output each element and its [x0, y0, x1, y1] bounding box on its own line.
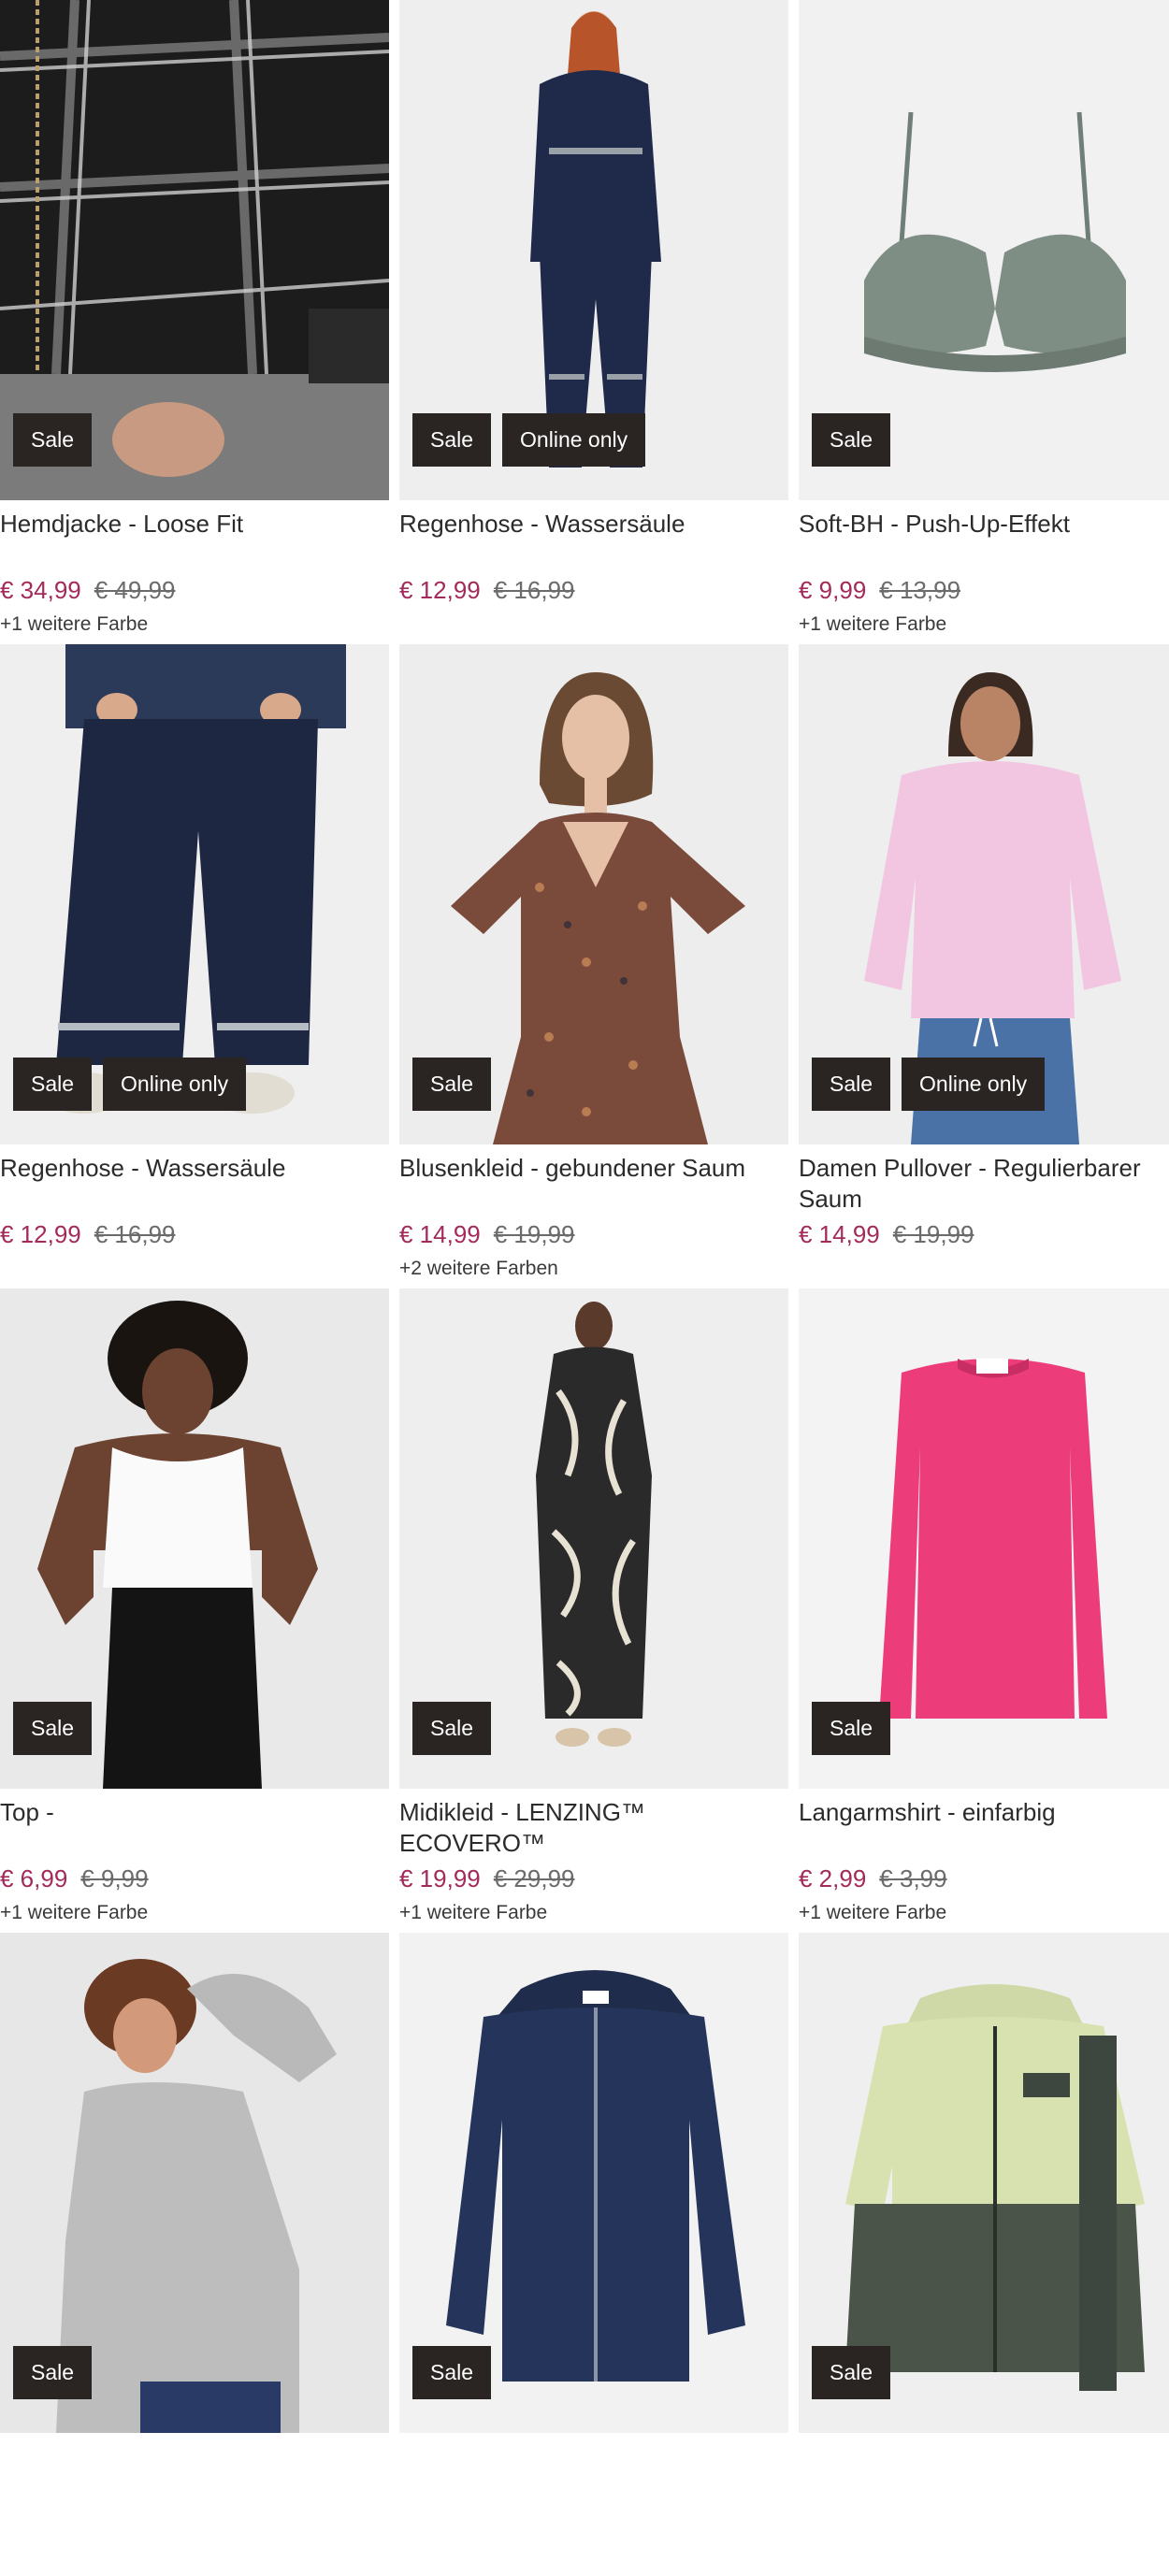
price-row: € 14,99 € 19,99	[399, 1218, 575, 1250]
product-title[interactable]: Regenhose - Wassersäule	[399, 509, 783, 540]
sale-badge: Sale	[13, 2346, 93, 2399]
product-title[interactable]: Soft-BH - Push-Up-Effekt	[799, 509, 1169, 540]
price-row: € 12,99 € 16,99	[399, 574, 575, 606]
sale-badge: Sale	[412, 1702, 492, 1755]
product-card[interactable]: Sale Midikleid - LENZING™ ECOVERO™ € 19,…	[399, 1288, 788, 1932]
product-title[interactable]: Damen Pullover - Regulierbarer Saum	[799, 1153, 1169, 1215]
sale-badge: Sale	[812, 2346, 891, 2399]
sale-badge: Sale	[13, 1702, 93, 1755]
product-card[interactable]: Sale	[799, 1933, 1169, 2576]
more-colors-text: +1 weitere Farbe	[799, 613, 947, 635]
more-colors-text: +1 weitere Farbe	[0, 1902, 149, 1923]
product-grid: Sale Hemdjacke - Loose Fit € 34,99 € 49,9…	[0, 0, 1169, 2433]
product-card[interactable]: Sale Hemdjacke - Loose Fit € 34,99 € 49,9…	[0, 0, 389, 643]
old-price: € 16,99	[493, 576, 575, 604]
sale-badge: Sale	[412, 2346, 492, 2399]
online-only-badge: Online only	[103, 1058, 247, 1111]
price-row	[399, 2507, 412, 2539]
price-row: € 14,99 € 19,99	[799, 1218, 974, 1250]
product-card[interactable]: Sale	[399, 1933, 788, 2576]
sale-badge: Sale	[13, 1058, 93, 1111]
grey-sweater-image[interactable]: Sale	[0, 1933, 389, 2433]
sale-price: € 14,99	[399, 1220, 481, 1248]
white-top-image[interactable]: Sale	[0, 1288, 389, 1789]
sale-price: € 14,99	[799, 1220, 880, 1248]
sale-price: € 34,99	[0, 576, 81, 604]
old-price: € 19,99	[493, 1220, 575, 1248]
old-price: € 13,99	[879, 576, 961, 604]
sale-badge: Sale	[412, 1058, 492, 1111]
product-title[interactable]: Top -	[0, 1797, 383, 1828]
product-card[interactable]: Sale Online only Regenhose - Wassersäule…	[399, 0, 788, 643]
kids-jacket-image[interactable]: Sale	[799, 1933, 1169, 2433]
rain-suit-image[interactable]: Sale Online only	[399, 0, 788, 500]
more-colors-text: +1 weitere Farbe	[399, 1902, 548, 1923]
sale-price: € 12,99	[0, 1220, 81, 1248]
product-title[interactable]: Hemdjacke - Loose Fit	[0, 509, 383, 540]
sale-price: € 2,99	[799, 1864, 867, 1892]
product-title[interactable]: Regenhose - Wassersäule	[0, 1153, 383, 1184]
product-card[interactable]: Sale	[0, 1933, 389, 2576]
product-card[interactable]: Sale Soft-BH - Push-Up-Effekt € 9,99 € 13…	[799, 0, 1169, 643]
product-title[interactable]: Midikleid - LENZING™ ECOVERO™	[399, 1797, 783, 1859]
sale-price: € 9,99	[799, 576, 867, 604]
old-price: € 19,99	[892, 1220, 974, 1248]
price-row	[0, 2507, 13, 2539]
price-row: € 34,99 € 49,99	[0, 574, 176, 606]
floral-dress-image[interactable]: Sale	[399, 644, 788, 1144]
price-row: € 9,99 € 13,99	[799, 574, 960, 606]
product-card[interactable]: Sale Blusenkleid - gebundener Saum € 14,…	[399, 644, 788, 1288]
product-card[interactable]: Sale Langarmshirt - einfarbig € 2,99 € 3,…	[799, 1288, 1169, 1932]
product-title[interactable]: Langarmshirt - einfarbig	[799, 1797, 1169, 1828]
sale-badge: Sale	[812, 1058, 891, 1111]
sale-price: € 6,99	[0, 1864, 68, 1892]
more-colors-text: +2 weitere Farben	[399, 1258, 558, 1279]
sale-badge: Sale	[812, 1702, 891, 1755]
plaid-jacket-image[interactable]: Sale	[0, 0, 389, 500]
bra-image[interactable]: Sale	[799, 0, 1169, 500]
old-price: € 29,99	[493, 1864, 575, 1892]
pink-pullover-image[interactable]: Sale Online only	[799, 644, 1169, 1144]
rain-pants-image[interactable]: Sale Online only	[0, 644, 389, 1144]
online-only-badge: Online only	[902, 1058, 1046, 1111]
old-price: € 49,99	[94, 576, 176, 604]
old-price: € 16,99	[94, 1220, 176, 1248]
product-title[interactable]: Blusenkleid - gebundener Saum	[399, 1153, 783, 1184]
midi-dress-image[interactable]: Sale	[399, 1288, 788, 1789]
more-colors-text: +1 weitere Farbe	[799, 1902, 947, 1923]
price-row: € 2,99 € 3,99	[799, 1863, 947, 1894]
sale-badge: Sale	[812, 413, 891, 467]
more-colors-text: +1 weitere Farbe	[0, 613, 149, 635]
sale-price: € 12,99	[399, 576, 481, 604]
price-row: € 12,99 € 16,99	[0, 1218, 176, 1250]
sale-price: € 19,99	[399, 1864, 481, 1892]
price-row	[799, 2507, 812, 2539]
price-row: € 6,99 € 9,99	[0, 1863, 149, 1894]
navy-hoodie-image[interactable]: Sale	[399, 1933, 788, 2433]
sale-badge: Sale	[13, 413, 93, 467]
product-card[interactable]: Sale Top - € 6,99 € 9,99 +1 weitere Farbe	[0, 1288, 389, 1932]
product-card[interactable]: Sale Online only Regenhose - Wassersäule…	[0, 644, 389, 1288]
product-card[interactable]: Sale Online only Damen Pullover - Reguli…	[799, 644, 1169, 1288]
online-only-badge: Online only	[502, 413, 646, 467]
old-price: € 9,99	[80, 1864, 149, 1892]
price-row: € 19,99 € 29,99	[399, 1863, 575, 1894]
old-price: € 3,99	[879, 1864, 947, 1892]
pink-longsleeve-image[interactable]: Sale	[799, 1288, 1169, 1789]
sale-badge: Sale	[412, 413, 492, 467]
